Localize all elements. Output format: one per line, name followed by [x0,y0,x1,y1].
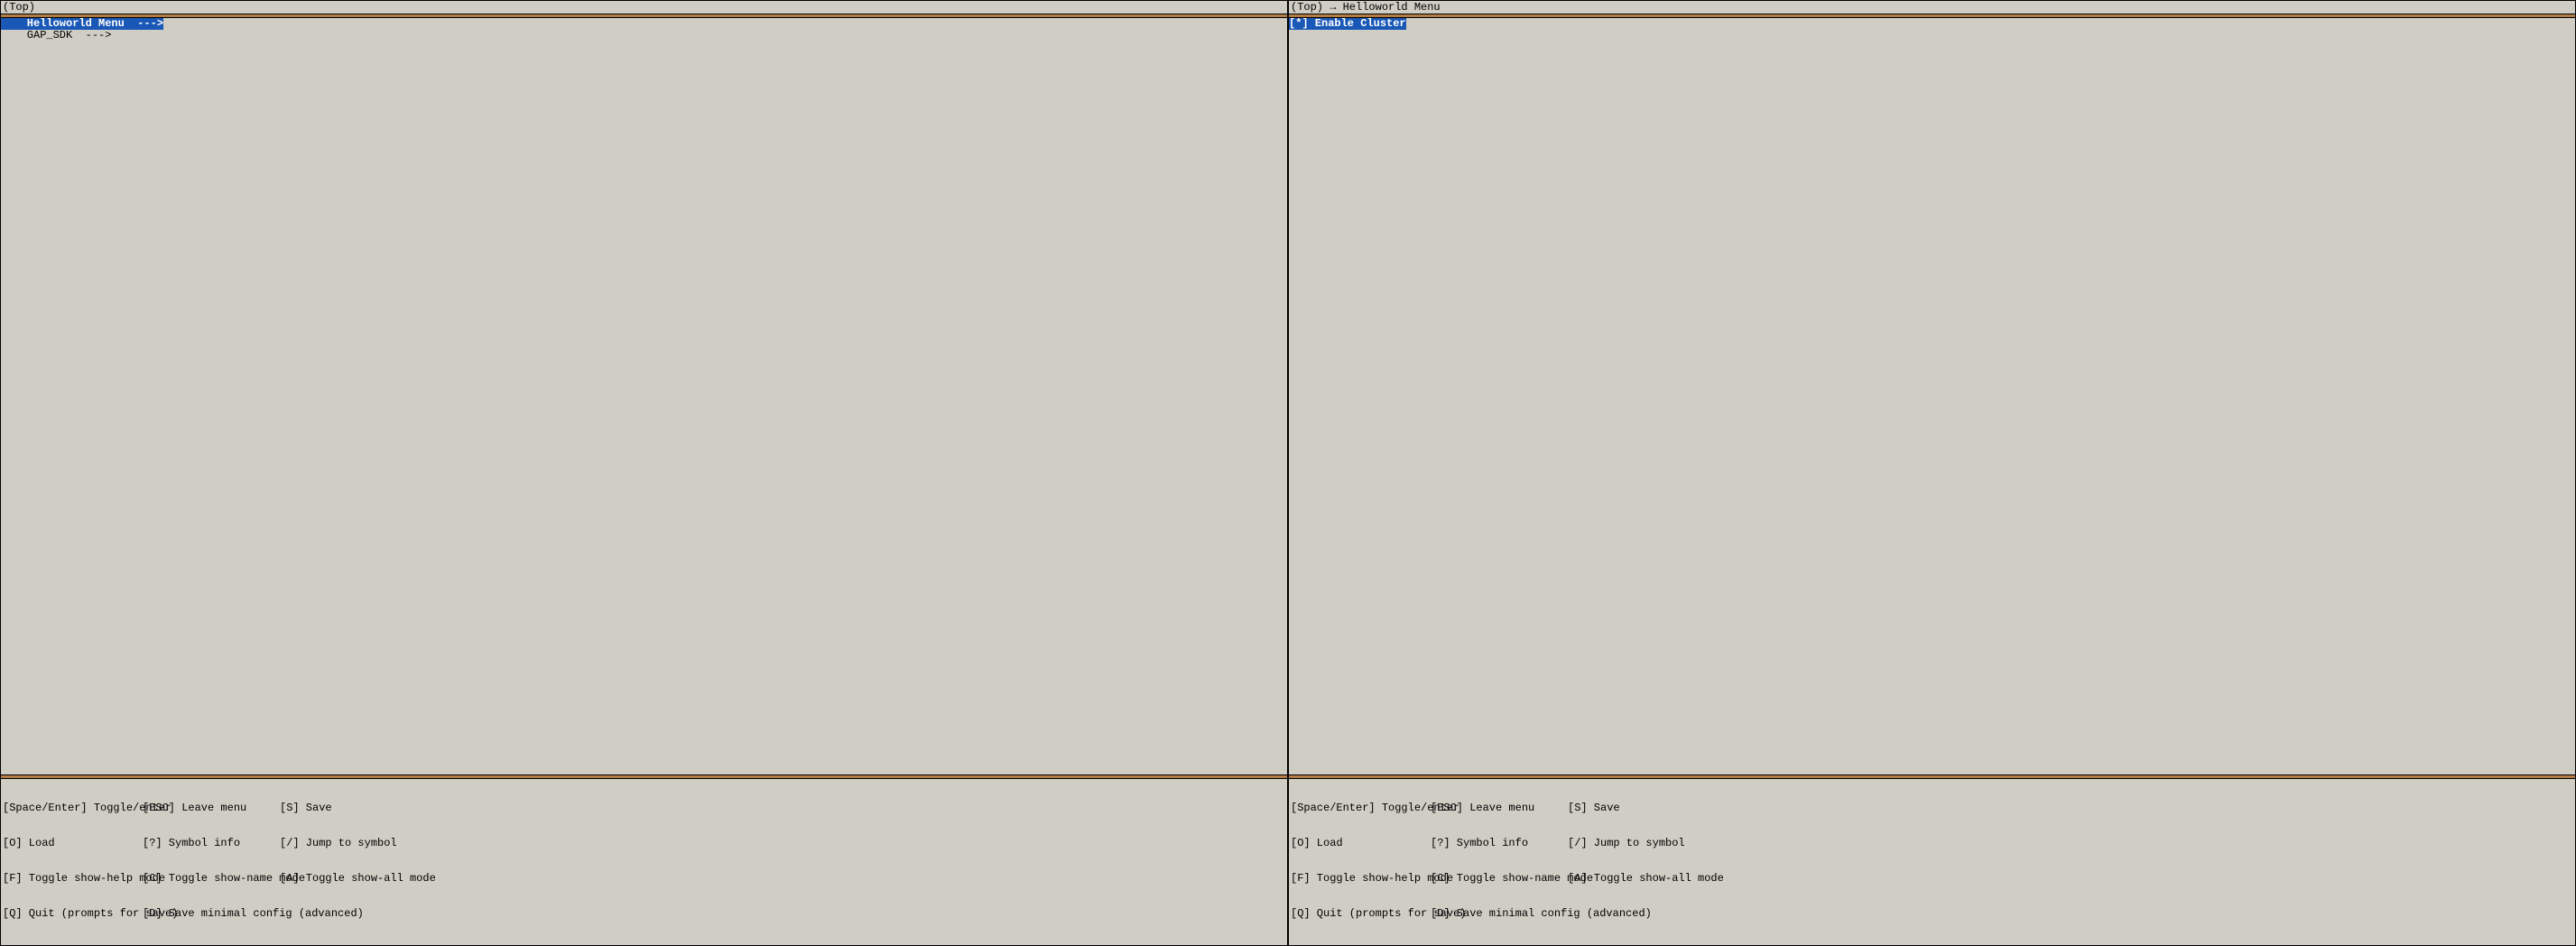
help-toggle-enter: [Space/Enter] Toggle/enter [3,802,143,814]
help-leave-menu: [ESC] Leave menu [143,802,280,814]
help-empty [280,908,1285,920]
menu-area-right[interactable]: [*] Enable Cluster [1289,18,2575,774]
help-symbol-info: [?] Symbol info [1431,838,1568,849]
help-symbol-info: [?] Symbol info [143,838,280,849]
help-show-help: [F] Toggle show-help mode [1291,873,1431,885]
left-pane: (Top) Helloworld Menu ---> GAP_SDK ---> … [0,0,1288,946]
help-jump-symbol: [/] Jump to symbol [1568,838,2573,849]
breadcrumb-left: (Top) [1,1,1287,14]
right-pane: (Top) → Helloworld Menu [*] Enable Clust… [1288,0,2576,946]
help-area-left: [Space/Enter] Toggle/enter [ESC] Leave m… [1,779,1287,945]
help-show-name: [C] Toggle show-name mode [143,873,280,885]
help-load: [O] Load [3,838,143,849]
help-save: [S] Save [280,802,1285,814]
help-area-right: [Space/Enter] Toggle/enter [ESC] Leave m… [1289,779,2575,945]
help-jump-symbol: [/] Jump to symbol [280,838,1285,849]
help-toggle-enter: [Space/Enter] Toggle/enter [1291,802,1431,814]
menu-area-left[interactable]: Helloworld Menu ---> GAP_SDK ---> [1,18,1287,774]
help-leave-menu: [ESC] Leave menu [1431,802,1568,814]
menu-item-gap-sdk[interactable]: GAP_SDK ---> [1,29,111,42]
help-save-minimal: [D] Save minimal config (advanced) [1431,908,1568,920]
help-save: [S] Save [1568,802,2573,814]
help-load: [O] Load [1291,838,1431,849]
help-save-minimal: [D] Save minimal config (advanced) [143,908,280,920]
help-show-name: [C] Toggle show-name mode [1431,873,1568,885]
help-show-all: [A] Toggle show-all mode [280,873,1285,885]
menu-item-enable-cluster[interactable]: [*] Enable Cluster [1289,18,1406,30]
help-show-help: [F] Toggle show-help mode [3,873,143,885]
help-show-all: [A] Toggle show-all mode [1568,873,2573,885]
help-empty [1568,908,2573,920]
help-quit: [Q] Quit (prompts for save) [1291,908,1431,920]
breadcrumb-right: (Top) → Helloworld Menu [1289,1,2575,14]
help-quit: [Q] Quit (prompts for save) [3,908,143,920]
